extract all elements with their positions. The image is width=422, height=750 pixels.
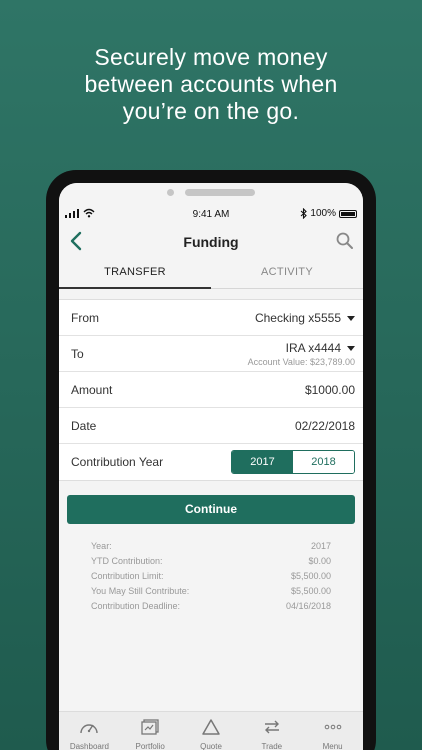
- camera-dot: [167, 189, 174, 196]
- summary-row: Year: 2017: [91, 541, 331, 556]
- tab-bar-top: TRANSFER ACTIVITY: [59, 259, 363, 289]
- to-value: IRA x4444: [285, 341, 341, 355]
- contribution-year-row: Contribution Year 2017 2018: [59, 444, 363, 480]
- summary-value: $5,500.00: [290, 586, 331, 596]
- tabbar-label: Trade: [261, 742, 283, 750]
- summary-value: 2017: [310, 541, 331, 551]
- summary-label: YTD Contribution:: [91, 556, 163, 566]
- tab-activity[interactable]: ACTIVITY: [211, 259, 363, 289]
- summary-label: Contribution Deadline:: [91, 601, 181, 611]
- to-row[interactable]: To IRA x4444 Account Value: $23,789.00: [59, 336, 363, 372]
- tabbar-portfolio[interactable]: Portfolio: [120, 712, 181, 750]
- date-row[interactable]: Date 02/22/2018: [59, 408, 363, 444]
- page-title: Funding: [183, 234, 239, 250]
- triangle-icon: [202, 719, 220, 735]
- year-segmented-control: 2017 2018: [231, 450, 355, 474]
- summary-value: $5,500.00: [290, 571, 331, 581]
- search-icon[interactable]: [335, 231, 355, 251]
- battery-percent: 100%: [310, 208, 336, 219]
- phone-top-bezel: [59, 183, 363, 203]
- bluetooth-icon: [301, 208, 308, 219]
- summary-row: Contribution Limit: $5,500.00: [91, 571, 331, 586]
- summary-value: 04/16/2018: [285, 601, 331, 611]
- summary-label: You May Still Contribute:: [91, 586, 190, 596]
- contribution-year-label: Contribution Year: [71, 455, 164, 469]
- continue-button[interactable]: Continue: [67, 495, 355, 524]
- phone-screen: 9:41 AM 100% Funding TRANSFER ACTIVITY F…: [59, 183, 363, 750]
- contribution-summary: Year: 2017 YTD Contribution: $0.00 Contr…: [91, 541, 331, 616]
- headline-line-2: between accounts when: [84, 71, 338, 97]
- transfer-form: From Checking x5555 To IRA x4444 Account…: [59, 299, 363, 481]
- year-option-2018[interactable]: 2018: [293, 451, 354, 473]
- amount-input[interactable]: $1000.00: [305, 383, 355, 397]
- tabbar-label: Portfolio: [135, 742, 165, 750]
- portfolio-icon: [141, 719, 159, 735]
- to-select[interactable]: IRA x4444 Account Value: $23,789.00: [248, 341, 355, 367]
- summary-label: Year:: [91, 541, 112, 551]
- tabbar-label: Menu: [322, 742, 343, 750]
- nav-bar: Funding: [59, 227, 363, 257]
- date-input[interactable]: 02/22/2018: [295, 419, 355, 433]
- headline-line-3: you’re on the go.: [122, 98, 300, 124]
- amount-row[interactable]: Amount $1000.00: [59, 372, 363, 408]
- gauge-icon: [80, 724, 99, 734]
- summary-label: Contribution Limit:: [91, 571, 164, 581]
- tabbar-trade[interactable]: Trade: [241, 712, 302, 750]
- year-option-2017[interactable]: 2017: [232, 451, 293, 473]
- speaker-slot: [185, 189, 255, 196]
- tabbar-menu[interactable]: Menu: [302, 712, 363, 750]
- status-bar: 9:41 AM 100%: [59, 207, 363, 223]
- marketing-headline: Securely move money between accounts whe…: [0, 44, 422, 125]
- tabbar-quote[interactable]: Quote: [181, 712, 242, 750]
- caret-down-icon: [347, 346, 355, 352]
- battery-icon: [339, 209, 357, 218]
- swap-arrows-icon: [264, 720, 279, 734]
- tabbar-dashboard[interactable]: Dashboard: [59, 712, 120, 750]
- tabbar-label: Quote: [200, 742, 222, 750]
- caret-down-icon: [347, 316, 355, 322]
- from-label: From: [71, 311, 99, 325]
- from-value: Checking x5555: [254, 311, 341, 325]
- date-label: Date: [71, 419, 97, 433]
- bottom-tab-bar: Dashboard Portfolio Quote Trade Menu: [59, 711, 363, 750]
- summary-value: $0.00: [308, 556, 331, 566]
- tab-transfer[interactable]: TRANSFER: [59, 259, 211, 289]
- tabbar-label: Dashboard: [69, 742, 109, 750]
- from-select[interactable]: Checking x5555: [255, 311, 355, 325]
- to-label: To: [71, 347, 84, 361]
- status-right: 100%: [300, 208, 357, 219]
- from-row[interactable]: From Checking x5555: [59, 300, 363, 336]
- account-value: Account Value: $23,789.00: [247, 357, 355, 367]
- summary-row: You May Still Contribute: $5,500.00: [91, 586, 331, 601]
- phone-frame: 9:41 AM 100% Funding TRANSFER ACTIVITY F…: [46, 170, 376, 750]
- more-dots-icon: [324, 724, 341, 730]
- headline-line-1: Securely move money: [94, 44, 328, 70]
- summary-row: YTD Contribution: $0.00: [91, 556, 331, 571]
- amount-label: Amount: [71, 383, 113, 397]
- summary-row: Contribution Deadline: 04/16/2018: [91, 601, 331, 616]
